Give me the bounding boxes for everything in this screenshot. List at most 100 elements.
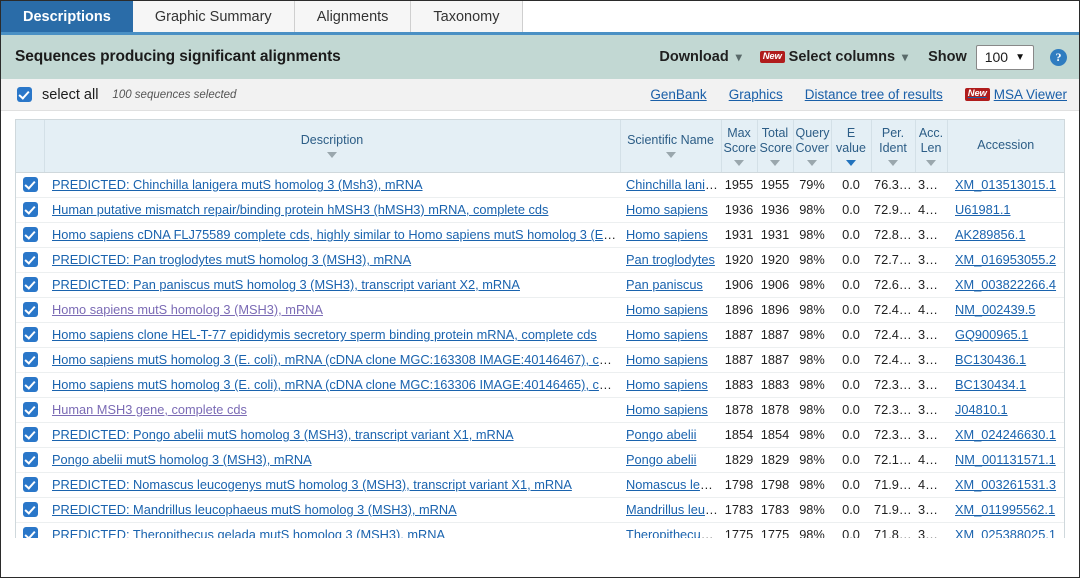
row-checkbox[interactable]	[22, 352, 38, 367]
description-link[interactable]: PREDICTED: Pongo abelii mutS homolog 3 (…	[52, 427, 514, 442]
scientific-name-link[interactable]: Homo sapiens	[626, 402, 708, 417]
accession-link[interactable]: XM_003261531.3	[955, 477, 1056, 492]
description-link[interactable]: PREDICTED: Theropithecus gelada mutS hom…	[52, 527, 445, 538]
chevron-down-icon: ▼	[1015, 51, 1025, 63]
tab-taxonomy[interactable]: Taxonomy	[411, 1, 523, 32]
cell-max-score: 1887	[721, 322, 757, 348]
accession-link[interactable]: XM_013513015.1	[955, 177, 1056, 192]
description-link[interactable]: Homo sapiens cDNA FLJ75589 complete cds,…	[52, 227, 620, 242]
cell-per-ident: 76.32%	[871, 172, 915, 198]
table-body: PREDICTED: Chinchilla lanigera mutS homo…	[16, 172, 1064, 538]
msa-viewer-link[interactable]: New MSA Viewer	[964, 87, 1067, 102]
scientific-name-link[interactable]: Homo sapiens	[626, 302, 708, 317]
scientific-name-link[interactable]: Pan paniscus	[626, 277, 703, 292]
tab-graphic-summary[interactable]: Graphic Summary	[132, 1, 295, 32]
scientific-name-link[interactable]: Homo sapiens	[626, 202, 708, 217]
description-link[interactable]: PREDICTED: Pan troglodytes mutS homolog …	[52, 252, 411, 267]
chevron-down-icon: ▾	[735, 50, 742, 64]
row-checkbox-cell	[16, 472, 44, 498]
help-icon[interactable]: ?	[1050, 48, 1067, 66]
cell-acc-len: 4443	[915, 297, 947, 323]
scientific-name-link[interactable]: Pongo abelii	[626, 452, 696, 467]
accession-link[interactable]: XM_025388025.1	[955, 527, 1056, 538]
header-per-ident[interactable]: Per. Ident	[871, 120, 916, 173]
cell-description: Pongo abelii mutS homolog 3 (MSH3), mRNA	[44, 447, 620, 473]
header-e-value[interactable]: E value	[831, 120, 872, 173]
accession-link[interactable]: XM_016953055.2	[955, 252, 1056, 267]
cell-per-ident: 72.40%	[871, 322, 915, 348]
row-checkbox[interactable]	[22, 252, 38, 267]
scientific-name-link[interactable]: Theropithecus g…	[626, 527, 721, 538]
scientific-name-link[interactable]: Homo sapiens	[626, 327, 708, 342]
header-scientific-name[interactable]: Scientific Name	[620, 120, 722, 173]
header-max-score[interactable]: Max Score	[721, 120, 758, 173]
description-link[interactable]: Human MSH3 gene, complete cds	[52, 402, 247, 417]
row-checkbox[interactable]	[22, 377, 38, 392]
accession-link[interactable]: BC130434.1	[955, 377, 1026, 392]
header-label: Description	[300, 133, 364, 148]
cell-e-value: 0.0	[831, 197, 871, 223]
accession-link[interactable]: U61981.1	[955, 202, 1011, 217]
row-checkbox[interactable]	[22, 202, 38, 217]
description-link[interactable]: PREDICTED: Chinchilla lanigera mutS homo…	[52, 177, 423, 192]
sort-triangle-icon	[734, 159, 744, 166]
description-link[interactable]: Pongo abelii mutS homolog 3 (MSH3), mRNA	[52, 452, 312, 467]
row-checkbox-cell	[16, 372, 44, 398]
header-total-score[interactable]: Total Score	[757, 120, 794, 173]
row-checkbox[interactable]	[22, 302, 38, 317]
graphics-link[interactable]: Graphics	[729, 87, 783, 102]
scientific-name-link[interactable]: Pan troglodytes	[626, 252, 715, 267]
scientific-name-link[interactable]: Homo sapiens	[626, 227, 708, 242]
row-checkbox[interactable]	[22, 277, 38, 292]
accession-link[interactable]: BC130436.1	[955, 352, 1026, 367]
scientific-name-link[interactable]: Pongo abelii	[626, 427, 696, 442]
genbank-link[interactable]: GenBank	[650, 87, 706, 102]
scientific-name-link[interactable]: Mandrillus leuco…	[626, 502, 721, 517]
distance-tree-link[interactable]: Distance tree of results	[805, 87, 943, 102]
scientific-name-link[interactable]: Homo sapiens	[626, 352, 708, 367]
row-checkbox[interactable]	[22, 402, 38, 417]
row-checkbox[interactable]	[22, 177, 38, 192]
description-link[interactable]: Homo sapiens mutS homolog 3 (MSH3), mRNA	[52, 302, 323, 317]
select-all-checkbox[interactable]	[17, 87, 32, 102]
description-link[interactable]: Homo sapiens mutS homolog 3 (E. coli), m…	[52, 377, 620, 392]
scientific-name-link[interactable]: Homo sapiens	[626, 377, 708, 392]
scientific-name-link[interactable]: Chinchilla lanigera	[626, 177, 721, 192]
row-checkbox[interactable]	[22, 227, 38, 242]
description-link[interactable]: Homo sapiens clone HEL-T-77 epididymis s…	[52, 327, 597, 342]
accession-link[interactable]: GQ900965.1	[955, 327, 1028, 342]
description-link[interactable]: Homo sapiens mutS homolog 3 (E. coli), m…	[52, 352, 620, 367]
accession-link[interactable]: NM_002439.5	[955, 302, 1035, 317]
download-menu[interactable]: Download ▾	[659, 49, 741, 65]
tab-alignments[interactable]: Alignments	[294, 1, 412, 32]
accession-link[interactable]: AK289856.1	[955, 227, 1025, 242]
accession-link[interactable]: J04810.1	[955, 402, 1008, 417]
description-link[interactable]: PREDICTED: Mandrillus leucophaeus mutS h…	[52, 502, 457, 517]
row-checkbox[interactable]	[22, 452, 38, 467]
description-link[interactable]: PREDICTED: Pan paniscus mutS homolog 3 (…	[52, 277, 520, 292]
description-link[interactable]: PREDICTED: Nomascus leucogenys mutS homo…	[52, 477, 572, 492]
header-acc-len[interactable]: Acc. Len	[915, 120, 948, 173]
table-row: Homo sapiens mutS homolog 3 (E. coli), m…	[16, 347, 1064, 373]
cell-accession: XM_011995562.1	[947, 497, 1064, 523]
description-link[interactable]: Human putative mismatch repair/binding p…	[52, 202, 548, 217]
accession-link[interactable]: XM_003822266.4	[955, 277, 1056, 292]
cell-total-score: 1883	[757, 372, 793, 398]
accession-link[interactable]: XM_024246630.1	[955, 427, 1056, 442]
scientific-name-link[interactable]: Nomascus leuco…	[626, 477, 721, 492]
tab-descriptions[interactable]: Descriptions	[1, 1, 133, 32]
header-query-cover[interactable]: Query Cover	[793, 120, 832, 173]
select-columns-menu[interactable]: New Select columns ▾	[759, 49, 908, 65]
row-checkbox[interactable]	[22, 327, 38, 342]
row-checkbox[interactable]	[22, 527, 38, 538]
row-checkbox[interactable]	[22, 427, 38, 442]
cell-acc-len: 4374	[915, 197, 947, 223]
row-checkbox[interactable]	[22, 477, 38, 492]
show-count-select[interactable]: 100 ▼	[975, 44, 1034, 70]
selected-count-text: 100 sequences selected	[112, 88, 237, 101]
header-description[interactable]: Description	[44, 120, 621, 173]
row-checkbox[interactable]	[22, 502, 38, 517]
accession-link[interactable]: XM_011995562.1	[955, 502, 1055, 517]
accession-link[interactable]: NM_001131571.1	[955, 452, 1056, 467]
cell-per-ident: 72.34%	[871, 372, 915, 398]
